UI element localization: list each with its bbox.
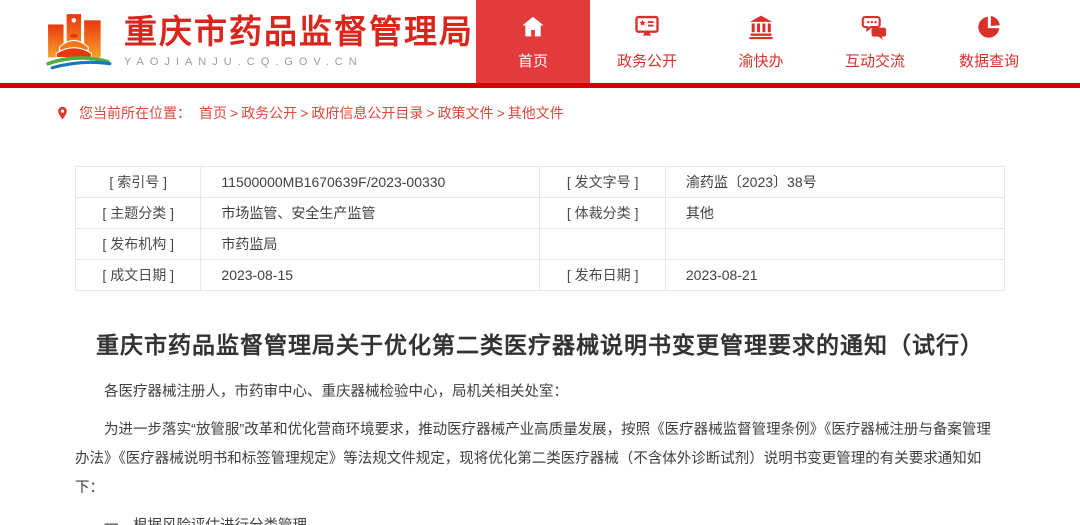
meta-label-genre-class: [ 体裁分类 ] xyxy=(540,198,665,229)
meta-value-empty xyxy=(665,229,1004,260)
site-name: 重庆市药品监督管理局 xyxy=(124,15,474,50)
breadcrumb-prefix: 您当前所在位置： xyxy=(79,103,191,123)
table-row: [ 成文日期 ] 2023-08-15 [ 发布日期 ] 2023-08-21 xyxy=(76,260,1005,291)
paragraph-section-1-heading: 一、根据风险评估进行分类管理 xyxy=(75,512,1005,525)
breadcrumb-separator: > xyxy=(300,105,308,121)
nav-tab-label: 数据查询 xyxy=(959,50,1019,71)
meta-value-genre-class: 其他 xyxy=(665,198,1004,229)
meta-value-issuing-agency: 市药监局 xyxy=(201,229,540,260)
nav-tab-data-query[interactable]: 数据查询 xyxy=(932,0,1046,83)
site-header: 重庆市药品监督管理局 YAOJIANJU.CQ.GOV.CN 首页 政务公开 xyxy=(0,0,1080,83)
meta-value-written-date: 2023-08-15 xyxy=(201,260,540,291)
government-building-icon xyxy=(747,13,775,41)
nav-tab-label: 渝快办 xyxy=(738,50,783,71)
meta-label-topic-class: [ 主题分类 ] xyxy=(76,198,201,229)
meta-label-written-date: [ 成文日期 ] xyxy=(76,260,201,291)
table-row: [ 发布机构 ] 市药监局 xyxy=(76,229,1005,260)
pie-chart-icon xyxy=(975,13,1003,41)
breadcrumb-separator: > xyxy=(426,105,434,121)
chat-bubbles-icon xyxy=(861,13,889,41)
meta-value-topic-class: 市场监管、安全生产监管 xyxy=(201,198,540,229)
breadcrumb-separator: > xyxy=(230,105,238,121)
nav-tab-label: 政务公开 xyxy=(617,50,677,71)
breadcrumb: 您当前所在位置： 首页 > 政务公开 > 政府信息公开目录 > 政策文件 > 其… xyxy=(0,88,1080,136)
site-logo[interactable]: 重庆市药品监督管理局 YAOJIANJU.CQ.GOV.CN xyxy=(46,12,474,72)
site-domain: YAOJIANJU.CQ.GOV.CN xyxy=(124,56,474,68)
meta-label-index-no: [ 索引号 ] xyxy=(76,167,201,198)
paragraph-intro: 为进一步落实“放管服”改革和优化营商环境要求，推动医疗器械产业高质量发展，按照《… xyxy=(75,416,1005,503)
table-row: [ 主题分类 ] 市场监管、安全生产监管 [ 体裁分类 ] 其他 xyxy=(76,198,1005,229)
document-meta-table: [ 索引号 ] 11500000MB1670639F/2023-00330 [ … xyxy=(75,166,1005,291)
document-title: 重庆市药品监督管理局关于优化第二类医疗器械说明书变更管理要求的通知（试行） xyxy=(75,326,1005,360)
nav-tab-gov-affairs[interactable]: 政务公开 xyxy=(590,0,704,83)
meta-label-empty xyxy=(540,229,665,260)
paragraph-salutation: 各医疗器械注册人，市药审中心、重庆器械检验中心，局机关相关处室： xyxy=(75,378,1005,407)
meta-value-doc-no: 渝药监〔2023〕38号 xyxy=(665,167,1004,198)
breadcrumb-separator: > xyxy=(497,105,505,121)
nav-tab-yukuaiban[interactable]: 渝快办 xyxy=(704,0,818,83)
brand-text: 重庆市药品监督管理局 YAOJIANJU.CQ.GOV.CN xyxy=(124,15,474,69)
meta-value-publish-date: 2023-08-21 xyxy=(665,260,1004,291)
breadcrumb-item-home[interactable]: 首页 xyxy=(199,103,227,123)
breadcrumb-item-gov-affairs[interactable]: 政务公开 xyxy=(241,103,297,123)
breadcrumb-item-other-files[interactable]: 其他文件 xyxy=(508,103,564,123)
nav-tab-label: 互动交流 xyxy=(845,50,905,71)
nav-tab-interaction[interactable]: 互动交流 xyxy=(818,0,932,83)
nav-tab-home[interactable]: 首页 xyxy=(476,0,590,83)
meta-label-publish-date: [ 发布日期 ] xyxy=(540,260,665,291)
monitor-star-icon xyxy=(633,13,661,41)
main-nav: 首页 政务公开 渝快办 xyxy=(476,0,1046,83)
meta-value-index-no: 11500000MB1670639F/2023-00330 xyxy=(201,167,540,198)
table-row: [ 索引号 ] 11500000MB1670639F/2023-00330 [ … xyxy=(76,167,1005,198)
breadcrumb-item-info-directory[interactable]: 政府信息公开目录 xyxy=(311,103,423,123)
document-page: [ 索引号 ] 11500000MB1670639F/2023-00330 [ … xyxy=(75,166,1005,525)
location-pin-icon xyxy=(55,104,70,122)
meta-label-issuing-agency: [ 发布机构 ] xyxy=(76,229,201,260)
meta-label-doc-no: [ 发文字号 ] xyxy=(540,167,665,198)
logo-building-icon xyxy=(46,12,112,72)
document-body: 各医疗器械注册人，市药审中心、重庆器械检验中心，局机关相关处室： 为进一步落实“… xyxy=(75,378,1005,525)
nav-tab-label: 首页 xyxy=(518,50,548,71)
home-icon xyxy=(519,13,547,41)
breadcrumb-item-policy-files[interactable]: 政策文件 xyxy=(438,103,494,123)
